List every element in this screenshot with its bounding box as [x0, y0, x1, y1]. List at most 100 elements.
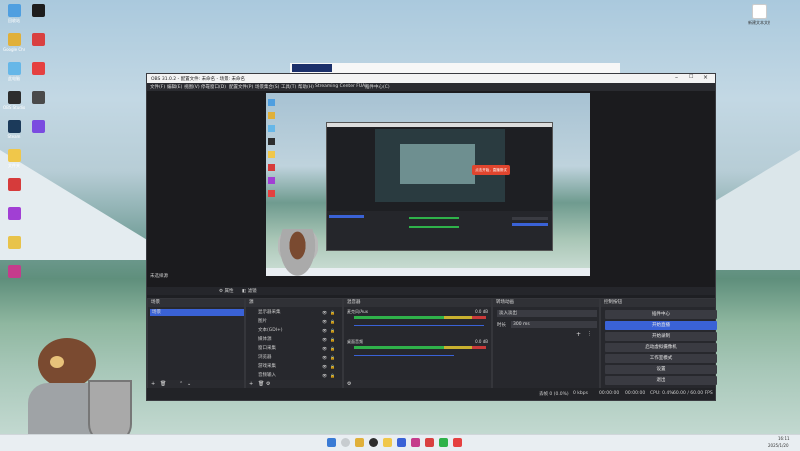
- dropped-frames: 丢帧 0 (0.0%): [539, 392, 569, 397]
- app-icon[interactable]: [411, 438, 420, 447]
- mixer-settings-icon[interactable]: ⚙: [347, 381, 351, 387]
- lock-icon[interactable]: 🔒: [330, 354, 335, 362]
- menu-profile[interactable]: 配置文件(P): [229, 84, 253, 90]
- control-button[interactable]: 开始直播: [605, 321, 717, 330]
- control-button[interactable]: 退出: [605, 376, 717, 385]
- lock-icon[interactable]: 🔒: [330, 336, 335, 344]
- visibility-eye-icon[interactable]: 👁: [322, 318, 327, 326]
- menu-streaming-center[interactable]: Streaming Center FUA): [315, 84, 367, 89]
- desktop-icon[interactable]: 文件夹: [3, 149, 25, 169]
- move-up-icon[interactable]: ⌃: [179, 381, 183, 387]
- app-icon[interactable]: [425, 438, 434, 447]
- lock-icon[interactable]: 🔒: [330, 363, 335, 371]
- add-transition-button[interactable]: +: [576, 331, 581, 338]
- menu-help[interactable]: 帮助(H): [298, 84, 314, 90]
- desktop-icon[interactable]: OBS Studio: [3, 91, 25, 110]
- control-button[interactable]: 开始录制: [605, 332, 717, 341]
- source-settings-icon[interactable]: ⚙: [266, 381, 270, 387]
- desktop-icon[interactable]: [3, 236, 25, 250]
- lock-icon[interactable]: 🔒: [330, 327, 335, 335]
- preview-area[interactable]: 点击开始，直播测试: [147, 91, 715, 287]
- source-item[interactable]: 图片 👁 🔒: [248, 318, 336, 326]
- chrome-icon[interactable]: [355, 438, 364, 447]
- app-icon[interactable]: [453, 438, 462, 447]
- app-icon[interactable]: [397, 438, 406, 447]
- source-item[interactable]: 媒体源 👁 🔒: [248, 336, 336, 344]
- duration-input[interactable]: 300 ms: [511, 321, 597, 328]
- desktop-icon-label: 此电脑: [8, 76, 20, 81]
- menu-file[interactable]: 文件(F): [150, 84, 165, 90]
- transition-settings-icon[interactable]: ⋮: [587, 331, 592, 337]
- menu-edit[interactable]: 编辑(E): [167, 84, 182, 90]
- remove-scene-button[interactable]: 🗑: [160, 381, 166, 387]
- visibility-eye-icon[interactable]: 👁: [322, 354, 327, 362]
- desktop-icon-new-text-doc[interactable]: 新建文本文档: [748, 4, 770, 26]
- lock-icon[interactable]: 🔒: [330, 309, 335, 317]
- properties-button[interactable]: ⚙ 属性: [219, 288, 233, 294]
- desktop-icon[interactable]: [3, 207, 25, 221]
- desktop-icon[interactable]: Steam: [3, 120, 25, 139]
- visibility-eye-icon[interactable]: 👁: [322, 345, 327, 353]
- desktop-icon[interactable]: [3, 265, 25, 279]
- source-item[interactable]: 游戏采集 👁 🔒: [248, 363, 336, 371]
- app-icon: [7, 178, 21, 191]
- menu-scene-collection[interactable]: 场景集合(S): [255, 84, 279, 90]
- lock-icon[interactable]: 🔒: [330, 372, 335, 380]
- move-down-icon[interactable]: ⌄: [187, 381, 191, 387]
- desktop-icon[interactable]: 此电脑: [3, 62, 25, 82]
- control-button[interactable]: 插件中心: [605, 310, 717, 319]
- clock-date: 2025/1/20: [768, 443, 789, 448]
- source-item[interactable]: 音频输入 👁 🔒: [248, 372, 336, 380]
- menu-plugin-center[interactable]: 插件中心(C): [365, 84, 390, 90]
- desktop-icon[interactable]: [27, 120, 49, 134]
- visibility-eye-icon[interactable]: 👁: [322, 372, 327, 380]
- desktop-icon[interactable]: Google Chrome: [3, 33, 25, 52]
- app-icon[interactable]: [439, 438, 448, 447]
- file-explorer-icon[interactable]: [383, 438, 392, 447]
- source-label: 图片: [258, 319, 267, 324]
- desktop-icon[interactable]: [27, 62, 49, 76]
- desktop-icon[interactable]: [27, 33, 49, 47]
- source-item[interactable]: 窗口采集 👁 🔒: [248, 345, 336, 353]
- cpu-usage: CPU: 0.4%: [650, 391, 674, 396]
- menu-docks[interactable]: 停靠窗口(D): [201, 84, 226, 90]
- source-item[interactable]: 显示器采集 👁 🔒: [248, 309, 336, 317]
- control-button[interactable]: 启动虚拟摄像机: [605, 343, 717, 352]
- source-item[interactable]: 浏览器 👁 🔒: [248, 354, 336, 362]
- remove-source-button[interactable]: 🗑: [258, 381, 264, 387]
- maximize-button[interactable]: ☐: [689, 74, 693, 80]
- lock-icon[interactable]: 🔒: [330, 345, 335, 353]
- desktop-icon[interactable]: 回收站: [3, 4, 25, 24]
- obs-icon[interactable]: [369, 438, 378, 447]
- desktop-icon[interactable]: [3, 178, 25, 192]
- scene-item[interactable]: 场景: [150, 309, 244, 316]
- visibility-eye-icon[interactable]: 👁: [322, 336, 327, 344]
- add-source-button[interactable]: +: [249, 381, 253, 387]
- visibility-eye-icon[interactable]: 👁: [322, 309, 327, 317]
- source-label: 显示器采集: [258, 310, 281, 315]
- menu-view[interactable]: 视图(V): [184, 84, 200, 90]
- search-icon[interactable]: [341, 438, 350, 447]
- nested-popup: 点击开始，直播测试: [472, 165, 510, 175]
- obs-window: OBS 31.0.2 - 配置文件: 未命名 - 场景: 未命名 – ☐ × 文…: [146, 73, 717, 401]
- volume-slider[interactable]: [354, 355, 454, 356]
- filters-button[interactable]: ◧ 滤镜: [242, 288, 257, 294]
- app-icon: [7, 91, 21, 104]
- transition-select[interactable]: 淡入淡出: [497, 310, 597, 317]
- visibility-eye-icon[interactable]: 👁: [322, 363, 327, 371]
- desktop-icon[interactable]: [27, 91, 49, 105]
- live-time: 00:00:00: [599, 391, 620, 396]
- close-button[interactable]: ×: [703, 74, 708, 81]
- control-button[interactable]: 工作室模式: [605, 354, 717, 363]
- app-icon: [7, 120, 21, 133]
- volume-slider[interactable]: [354, 325, 484, 326]
- start-button[interactable]: [327, 438, 336, 447]
- control-button[interactable]: 设置: [605, 365, 717, 374]
- lock-icon[interactable]: 🔒: [330, 318, 335, 326]
- source-item[interactable]: 文本(GDI+) 👁 🔒: [248, 327, 336, 335]
- desktop-icon[interactable]: [27, 4, 49, 18]
- visibility-eye-icon[interactable]: 👁: [322, 327, 327, 335]
- minimize-button[interactable]: –: [675, 74, 678, 81]
- add-scene-button[interactable]: +: [151, 381, 155, 387]
- menu-tools[interactable]: 工具(T): [281, 84, 296, 90]
